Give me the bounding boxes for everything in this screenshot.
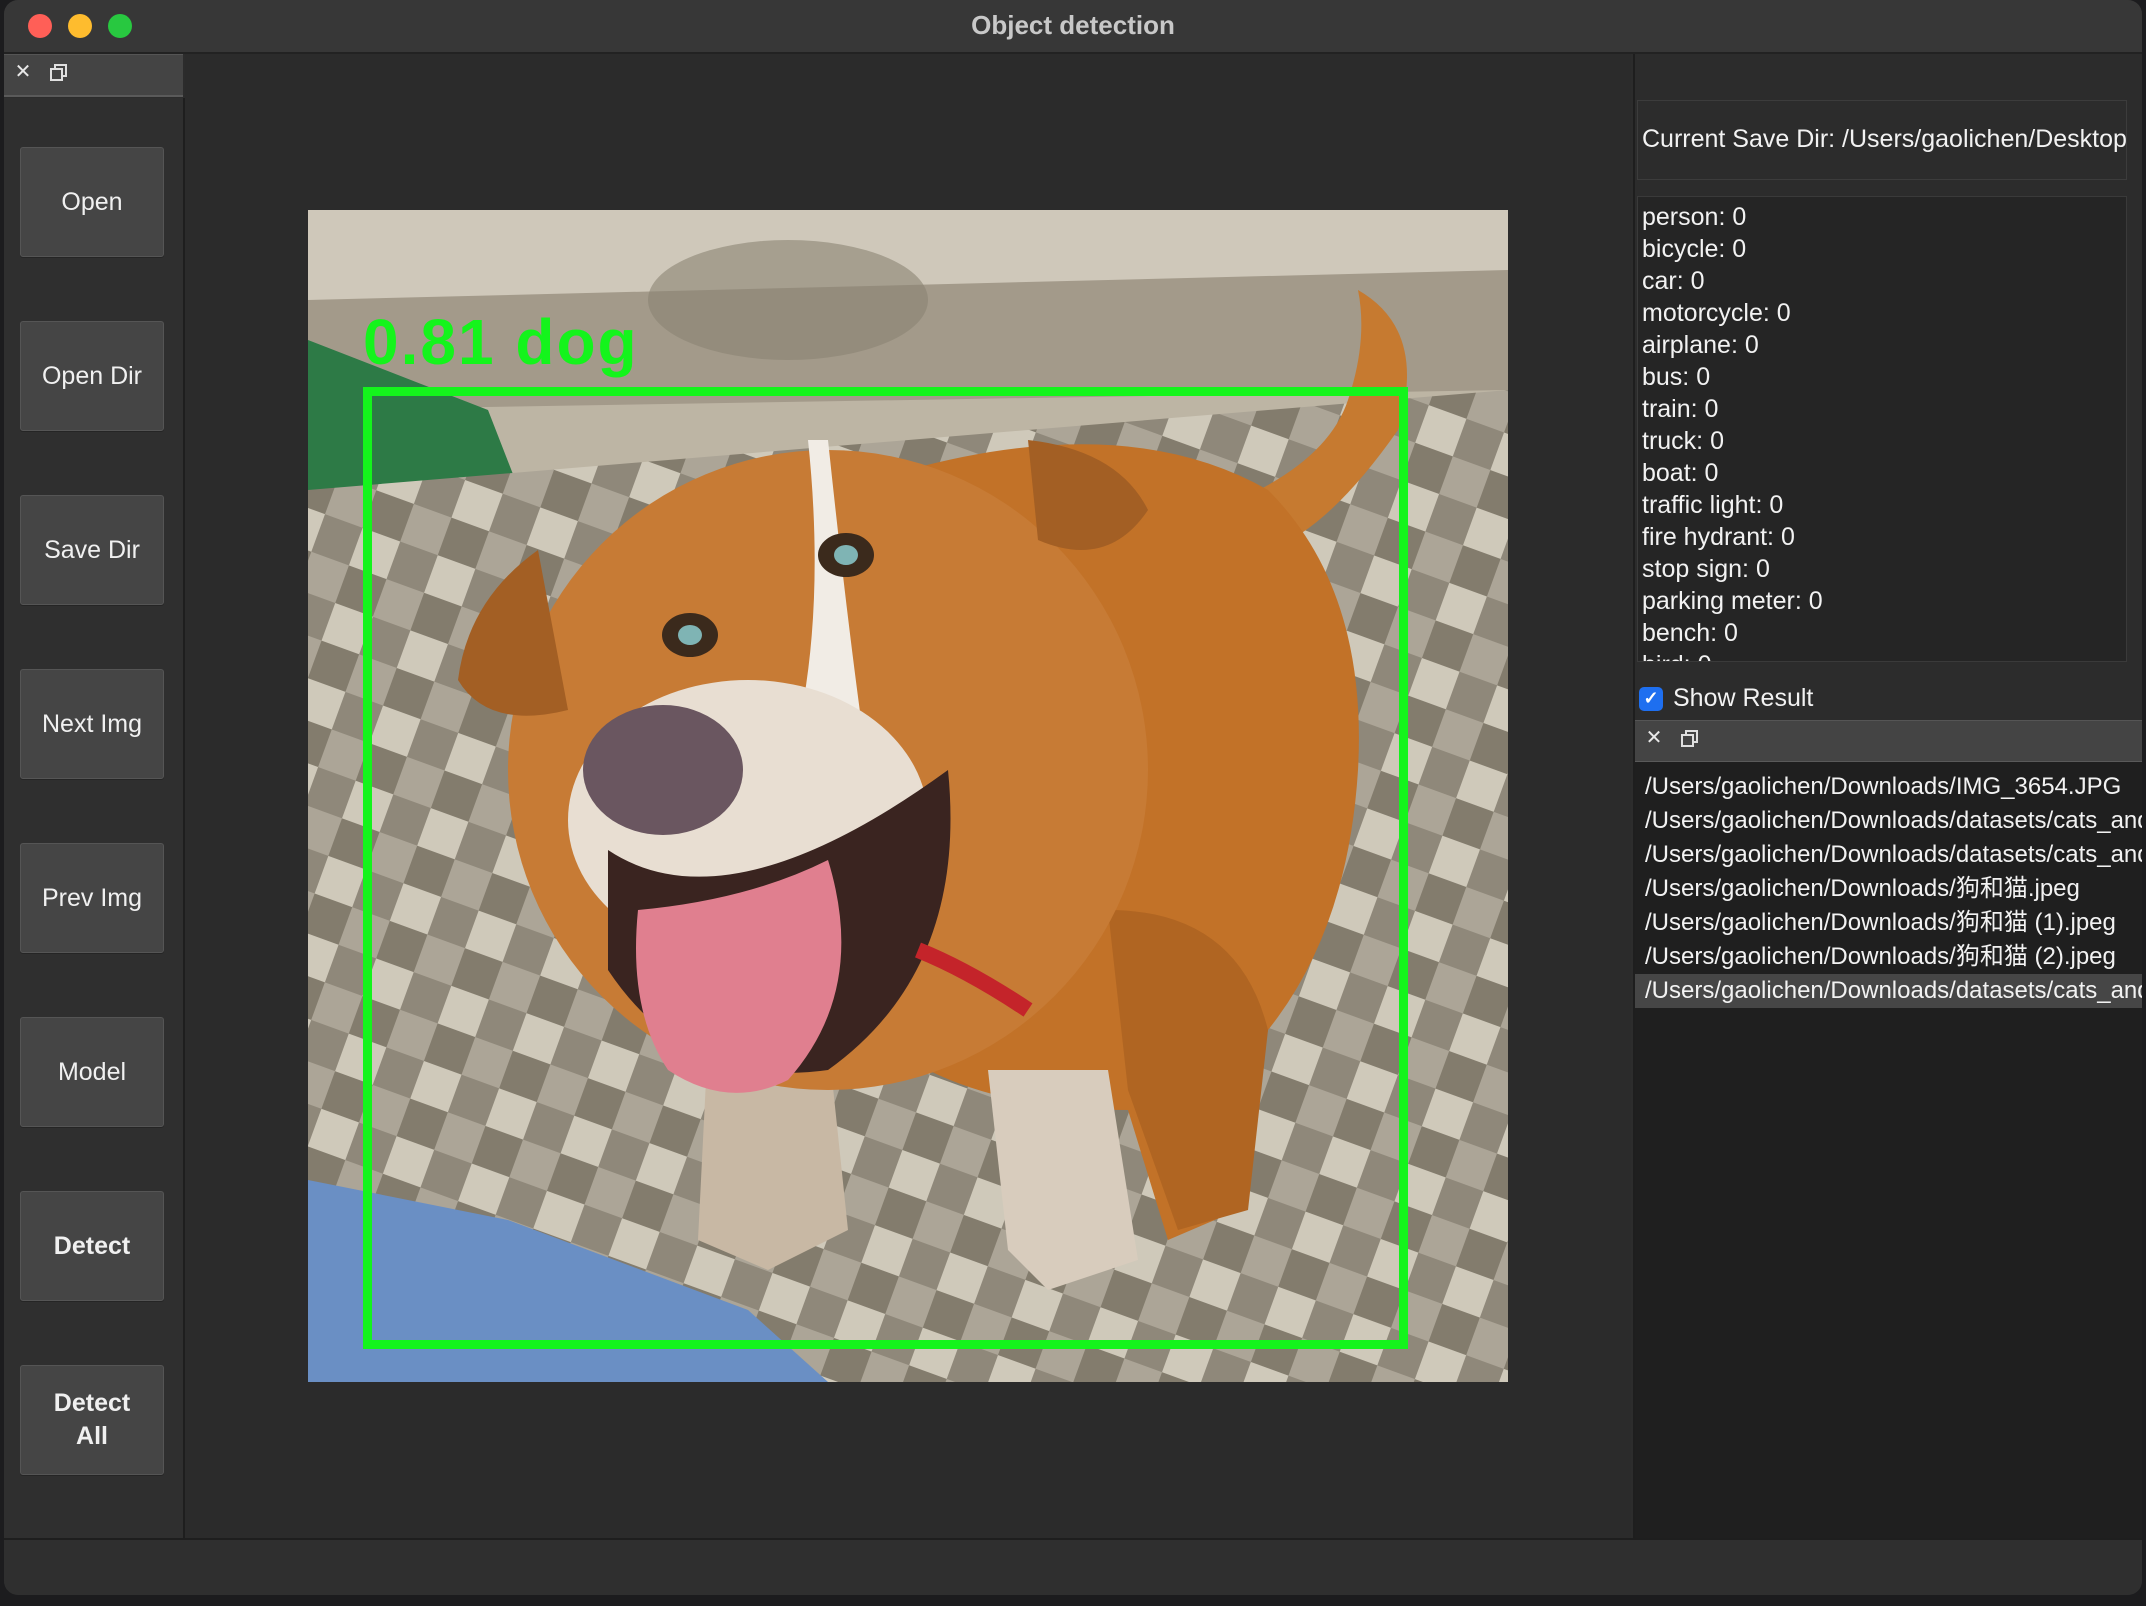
- count-item: car: 0: [1642, 267, 1705, 295]
- count-item: bench: 0: [1642, 619, 1738, 647]
- count-item: traffic light: 0: [1642, 491, 1784, 519]
- count-item: train: 0: [1642, 395, 1719, 423]
- count-item: bus: 0: [1642, 363, 1711, 391]
- count-item: boat: 0: [1642, 459, 1719, 487]
- count-item: airplane: 0: [1642, 331, 1759, 359]
- count-item: truck: 0: [1642, 427, 1724, 455]
- count-item: fire hydrant: 0: [1642, 523, 1795, 551]
- file-list[interactable]: /Users/gaolichen/Downloads/IMG_3654.JPG …: [1635, 762, 2142, 1538]
- left-button-panel: Open Open Dir Save Dir Next Img Prev Img…: [4, 98, 185, 1538]
- open-dir-button[interactable]: Open Dir: [20, 321, 164, 431]
- float-icon[interactable]: [1681, 730, 1698, 747]
- open-button[interactable]: Open: [20, 147, 164, 257]
- detect-all-button[interactable]: Detect All: [20, 1365, 164, 1475]
- detection-label: 0.81 dog: [363, 306, 639, 378]
- app-window: Object detection ✕ Open Open Dir Save Di…: [4, 0, 2142, 1595]
- detection-image: 0.81 dog: [308, 210, 1508, 1382]
- status-bar: [4, 1538, 2142, 1595]
- prev-img-button[interactable]: Prev Img: [20, 843, 164, 953]
- count-item: bird: 0: [1642, 649, 2122, 661]
- file-list-item[interactable]: /Users/gaolichen/Downloads/狗和猫 (2).jpeg: [1635, 940, 2142, 974]
- show-result-label: Show Result: [1673, 684, 1814, 712]
- file-list-item[interactable]: /Users/gaolichen/Downloads/狗和猫 (1).jpeg: [1635, 906, 2142, 940]
- count-item: bicycle: 0: [1642, 235, 1747, 263]
- title-bar: Object detection: [4, 0, 2142, 54]
- file-list-dock-titlebar: ✕: [1635, 720, 2142, 763]
- file-list-item[interactable]: /Users/gaolichen/Downloads/IMG_3654.JPG: [1635, 770, 2142, 804]
- show-result-checkbox[interactable]: ✓ Show Result: [1639, 684, 1813, 713]
- left-dock-titlebar: ✕: [4, 54, 183, 97]
- file-list-item-selected[interactable]: /Users/gaolichen/Downloads/datasets/cats…: [1635, 974, 2142, 1008]
- save-dir-button[interactable]: Save Dir: [20, 495, 164, 605]
- next-img-button[interactable]: Next Img: [20, 669, 164, 779]
- file-list-item[interactable]: /Users/gaolichen/Downloads/datasets/cats…: [1635, 804, 2142, 838]
- count-item: parking meter: 0: [1642, 587, 1823, 615]
- close-icon[interactable]: ✕: [1643, 727, 1665, 749]
- image-view: 0.81 dog: [185, 54, 1631, 1538]
- right-panel: Current Save Dir: /Users/gaolichen/Deskt…: [1633, 54, 2142, 1538]
- count-item: person: 0: [1642, 203, 1747, 231]
- count-item: motorcycle: 0: [1642, 299, 1791, 327]
- window-title: Object detection: [971, 10, 1175, 40]
- file-list-item[interactable]: /Users/gaolichen/Downloads/狗和猫.jpeg: [1635, 872, 2142, 906]
- close-icon[interactable]: ✕: [12, 61, 34, 83]
- count-item: stop sign: 0: [1642, 555, 1770, 583]
- detection-bounding-box: [363, 387, 1408, 1349]
- current-save-dir: Current Save Dir: /Users/gaolichen/Deskt…: [1637, 100, 2127, 180]
- detect-button[interactable]: Detect: [20, 1191, 164, 1301]
- checkbox-checked-icon[interactable]: ✓: [1639, 686, 1663, 711]
- file-list-item[interactable]: /Users/gaolichen/Downloads/datasets/cats…: [1635, 838, 2142, 872]
- model-button[interactable]: Model: [20, 1017, 164, 1127]
- class-counts-list[interactable]: person: 0 bicycle: 0 car: 0 motorcycle: …: [1637, 196, 2127, 662]
- float-icon[interactable]: [50, 64, 67, 81]
